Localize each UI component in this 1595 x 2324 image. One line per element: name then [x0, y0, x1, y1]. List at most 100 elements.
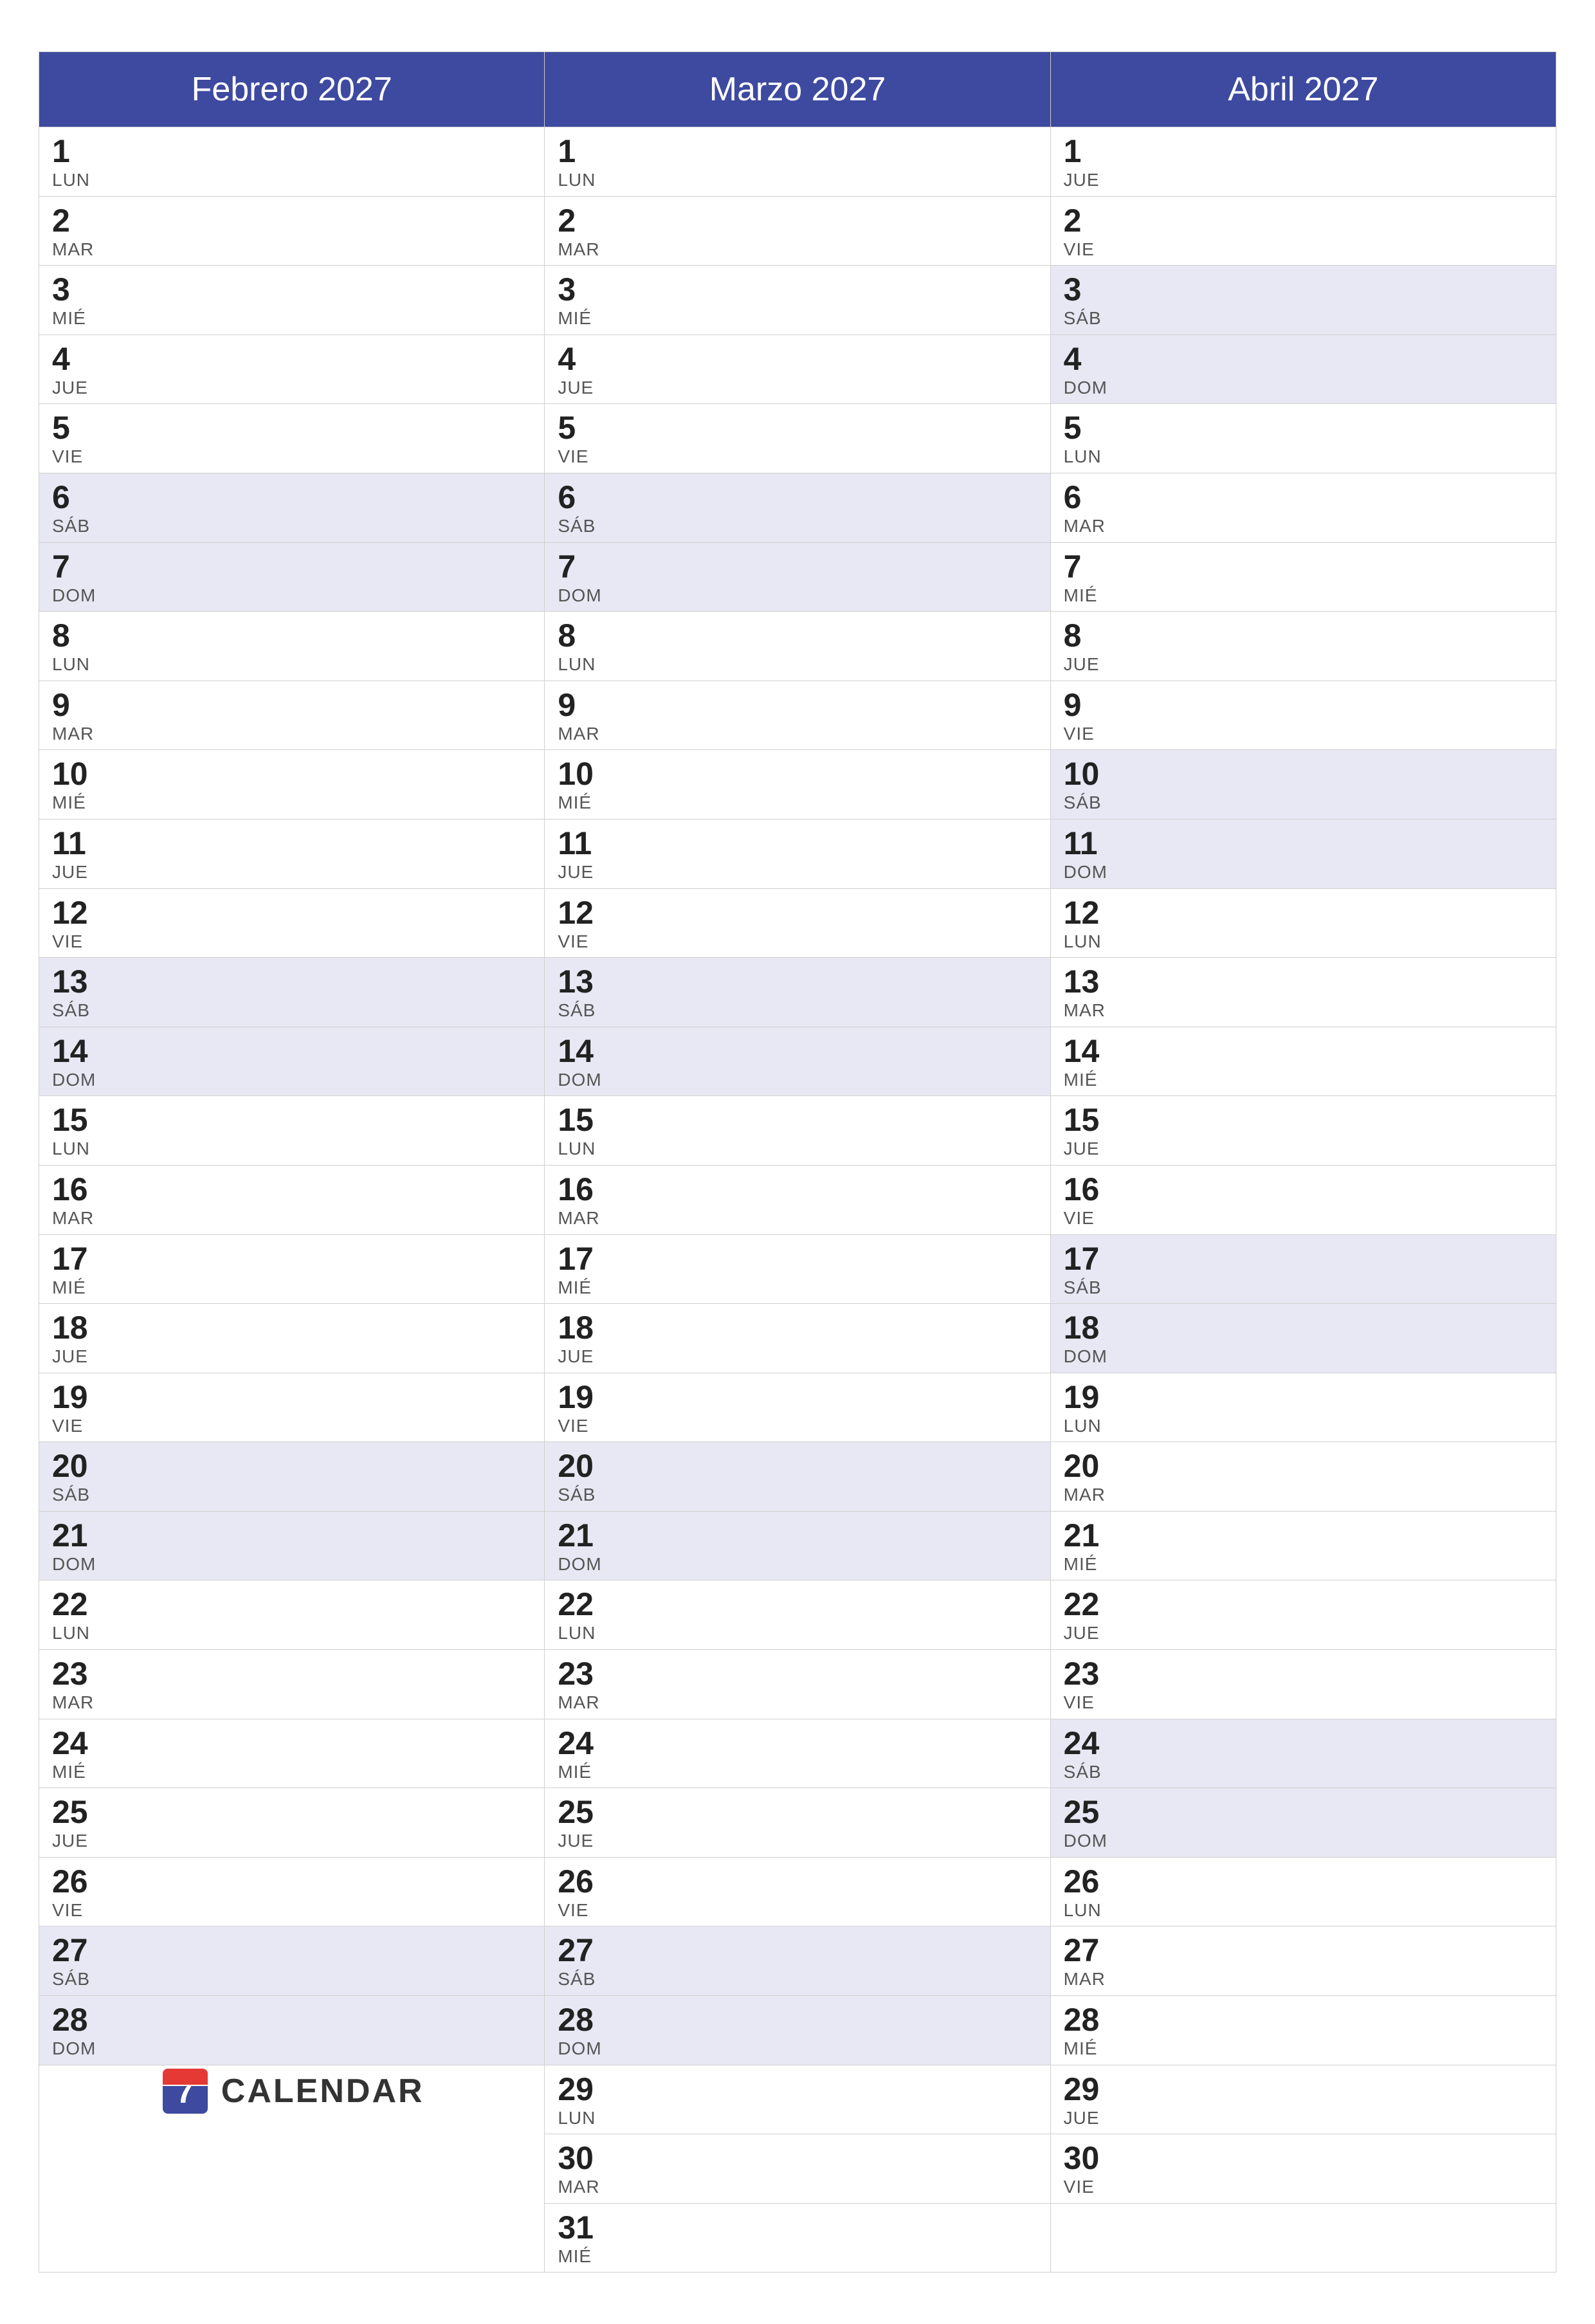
- day-entry: 16MAR: [545, 1166, 1050, 1234]
- day-cell-col1: 31MIÉ: [545, 2203, 1050, 2273]
- day-cell-col1: 13SÁB: [545, 958, 1050, 1027]
- day-name: MIÉ: [1064, 1553, 1543, 1575]
- day-cell-col0: 23MAR: [39, 1650, 545, 1719]
- day-entry: 4JUE: [545, 335, 1050, 404]
- logo-icon: 7: [160, 2065, 211, 2117]
- day-entry: 23VIE: [1051, 1650, 1556, 1719]
- day-cell-col0: 9MAR: [39, 681, 545, 750]
- day-number: 2: [1064, 203, 1543, 239]
- day-cell-col1: 18JUE: [545, 1304, 1050, 1373]
- calendar-row: 4JUE4JUE4DOM: [39, 334, 1556, 404]
- day-entry: 20MAR: [1051, 1442, 1556, 1511]
- day-cell-col0: 24MIÉ: [39, 1719, 545, 1788]
- calendar-row: 7DOM7DOM7MIÉ: [39, 542, 1556, 612]
- day-cell-col0: 5VIE: [39, 404, 545, 473]
- day-name: SÁB: [52, 1968, 531, 1990]
- day-name: MIÉ: [1064, 585, 1543, 607]
- day-entry: 29JUE: [1051, 2065, 1556, 2134]
- day-number: 23: [52, 1656, 531, 1692]
- day-name: JUE: [52, 1830, 531, 1852]
- day-entry: 5VIE: [545, 404, 1050, 473]
- day-entry: 5LUN: [1051, 404, 1556, 473]
- day-name: MAR: [1064, 1000, 1543, 1021]
- day-number: 7: [1064, 549, 1543, 585]
- day-name: JUE: [1064, 1622, 1543, 1644]
- day-cell-col1: 10MIÉ: [545, 750, 1050, 819]
- day-name: MAR: [1064, 515, 1543, 537]
- day-cell-col1: 2MAR: [545, 196, 1050, 266]
- day-cell-col1: 6SÁB: [545, 473, 1050, 542]
- day-cell-col1: 19VIE: [545, 1373, 1050, 1442]
- day-cell-col2: 11DOM: [1050, 819, 1556, 888]
- day-number: 31: [558, 2210, 1037, 2246]
- day-number: 25: [1064, 1795, 1543, 1830]
- day-name: MAR: [52, 239, 531, 261]
- day-entry: 23MAR: [39, 1650, 544, 1719]
- day-entry: 10MIÉ: [39, 750, 544, 819]
- day-number: 3: [558, 272, 1037, 307]
- day-cell-col0: 22LUN: [39, 1580, 545, 1650]
- day-cell-col2: 23VIE: [1050, 1650, 1556, 1719]
- calendar-row: 17MIÉ17MIÉ17SÁB: [39, 1234, 1556, 1304]
- day-cell-col1: 12VIE: [545, 888, 1050, 958]
- day-cell-col1: 14DOM: [545, 1027, 1050, 1096]
- day-cell-col1: 22LUN: [545, 1580, 1050, 1650]
- day-entry: 30MAR: [545, 2134, 1050, 2203]
- day-number: 26: [52, 1864, 531, 1899]
- day-entry: 14DOM: [545, 1027, 1050, 1096]
- day-entry: 21MIÉ: [1051, 1512, 1556, 1580]
- day-entry: 7DOM: [39, 543, 544, 612]
- day-entry: 3SÁB: [1051, 266, 1556, 334]
- day-number: 14: [52, 1034, 531, 1069]
- calendar-row: 3MIÉ3MIÉ3SÁB: [39, 266, 1556, 335]
- day-number: 15: [52, 1103, 531, 1138]
- day-entry: 26VIE: [545, 1858, 1050, 1926]
- day-number: 23: [558, 1656, 1037, 1692]
- day-name: LUN: [52, 1622, 531, 1644]
- day-entry: 16MAR: [39, 1166, 544, 1234]
- day-name: LUN: [1064, 931, 1543, 953]
- day-name: DOM: [1064, 1830, 1543, 1852]
- day-name: LUN: [558, 654, 1037, 675]
- calendar-row: 6SÁB6SÁB6MAR: [39, 473, 1556, 542]
- day-entry: 11JUE: [39, 819, 544, 888]
- day-cell-col0: 28DOM: [39, 1996, 545, 2065]
- calendar-row: 15LUN15LUN15JUE: [39, 1096, 1556, 1166]
- day-name: DOM: [52, 2038, 531, 2060]
- day-cell-col1: 21DOM: [545, 1511, 1050, 1580]
- day-number: 7: [52, 549, 531, 585]
- day-number: 3: [1064, 272, 1543, 307]
- day-number: 16: [1064, 1172, 1543, 1207]
- day-cell-col2: 30VIE: [1050, 2134, 1556, 2204]
- day-cell-col0: 21DOM: [39, 1511, 545, 1580]
- day-entry: 18JUE: [39, 1304, 544, 1373]
- empty-day-cell: [1051, 2204, 1556, 2256]
- day-name: VIE: [1064, 239, 1543, 261]
- day-name: VIE: [52, 1899, 531, 1921]
- month-header-mar: Marzo 2027: [545, 52, 1050, 127]
- day-name: DOM: [52, 585, 531, 607]
- day-cell-col0: 1LUN: [39, 127, 545, 197]
- day-number: 16: [52, 1172, 531, 1207]
- day-number: 21: [558, 1518, 1037, 1553]
- day-cell-col0: 3MIÉ: [39, 266, 545, 335]
- day-number: 21: [1064, 1518, 1543, 1553]
- day-cell-col2: 2VIE: [1050, 196, 1556, 266]
- day-cell-col2: 5LUN: [1050, 404, 1556, 473]
- calendar-row: 20SÁB20SÁB20MAR: [39, 1442, 1556, 1512]
- day-entry: 3MIÉ: [39, 266, 544, 334]
- day-entry: 3MIÉ: [545, 266, 1050, 334]
- day-number: 1: [1064, 134, 1543, 169]
- day-number: 9: [52, 688, 531, 723]
- day-entry: 14MIÉ: [1051, 1027, 1556, 1096]
- day-number: 22: [558, 1587, 1037, 1622]
- day-number: 29: [1064, 2072, 1543, 2107]
- calendar-row: 13SÁB13SÁB13MAR: [39, 958, 1556, 1027]
- day-name: LUN: [52, 169, 531, 191]
- day-number: 28: [52, 2002, 531, 2038]
- day-name: JUE: [558, 377, 1037, 399]
- day-number: 26: [558, 1864, 1037, 1899]
- day-cell-col2: 4DOM: [1050, 334, 1556, 404]
- day-number: 6: [1064, 480, 1543, 515]
- day-number: 19: [1064, 1380, 1543, 1415]
